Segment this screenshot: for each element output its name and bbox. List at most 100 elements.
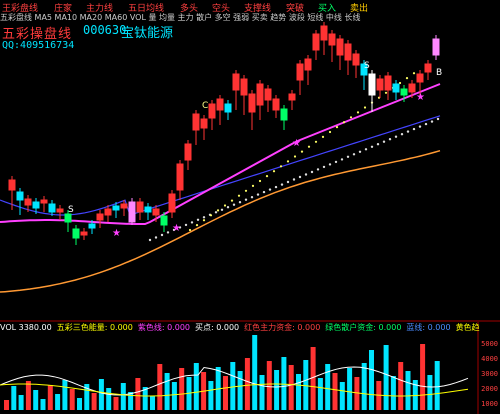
dotted-curve-point bbox=[154, 236, 158, 239]
candle-body bbox=[216, 98, 224, 111]
candle-body bbox=[56, 208, 64, 213]
candle-body bbox=[392, 83, 400, 93]
candle-body bbox=[104, 208, 112, 216]
dotted-curve-point bbox=[232, 203, 236, 206]
volume-bar bbox=[288, 365, 294, 410]
volume-indicator-label: 蓝线: 0.000 bbox=[406, 323, 451, 332]
candle-body bbox=[320, 25, 328, 41]
volume-bar bbox=[317, 378, 323, 410]
volume-bar bbox=[303, 360, 309, 410]
candle-body bbox=[352, 53, 360, 66]
candle-body bbox=[80, 231, 88, 236]
support-dot bbox=[237, 194, 241, 197]
dotted-curve-point bbox=[166, 231, 170, 234]
candlestick-chart[interactable]: S C S B ★ ★ ★ ★ bbox=[0, 0, 500, 414]
volume-bar bbox=[91, 393, 97, 410]
volume-bar bbox=[179, 368, 185, 410]
candle-body bbox=[304, 58, 312, 71]
candle-body bbox=[264, 88, 272, 101]
dotted-curve-point bbox=[202, 216, 206, 219]
candle-body bbox=[224, 103, 232, 113]
volume-bar bbox=[237, 371, 243, 410]
dotted-curve-point bbox=[400, 133, 404, 136]
volume-bar bbox=[11, 386, 17, 410]
volume-bar bbox=[171, 382, 177, 410]
support-dot bbox=[251, 184, 255, 187]
support-dot bbox=[300, 150, 304, 153]
volume-bar bbox=[157, 364, 163, 410]
volume-bar bbox=[405, 371, 411, 410]
candle-body bbox=[240, 78, 248, 96]
dotted-curve-point bbox=[244, 198, 248, 201]
dotted-curve-point bbox=[340, 158, 344, 161]
volume-bar bbox=[296, 374, 301, 410]
volume-bar bbox=[40, 399, 46, 410]
volume-bar bbox=[427, 375, 433, 410]
dotted-curve-point bbox=[160, 233, 164, 237]
dotted-curve-point bbox=[382, 140, 386, 143]
candle-body bbox=[336, 38, 344, 56]
dotted-curve-point bbox=[310, 170, 314, 174]
volume-bar bbox=[252, 335, 258, 410]
dotted-curve-point bbox=[430, 120, 434, 123]
candle-body bbox=[160, 215, 168, 226]
volume-bar bbox=[113, 397, 119, 410]
support-dot bbox=[286, 160, 290, 163]
dotted-curve-point bbox=[238, 201, 242, 204]
volume-bar bbox=[69, 389, 75, 410]
dotted-curve-point bbox=[376, 143, 380, 146]
dotted-curve-point bbox=[214, 211, 218, 214]
support-dot bbox=[223, 204, 227, 207]
volume-bar bbox=[33, 390, 39, 410]
support-dot bbox=[356, 111, 360, 114]
candle-body bbox=[88, 223, 96, 229]
candle-body bbox=[192, 113, 200, 131]
candle-body bbox=[400, 88, 408, 96]
volume-axis-tick: 3000 bbox=[481, 370, 498, 378]
candle-body bbox=[48, 203, 56, 213]
volume-bar bbox=[106, 388, 112, 410]
support-dot bbox=[384, 91, 388, 94]
volume-bar bbox=[361, 363, 367, 410]
candle-body bbox=[328, 33, 336, 46]
volume-bar bbox=[390, 376, 396, 410]
dotted-curve-point bbox=[292, 178, 296, 181]
candle-body bbox=[288, 93, 296, 101]
candle-body bbox=[144, 206, 152, 213]
dotted-curve-point bbox=[280, 183, 284, 186]
candle-body bbox=[64, 213, 72, 223]
support-dot bbox=[363, 106, 367, 109]
volume-bar bbox=[332, 373, 338, 410]
dotted-curve-point bbox=[286, 180, 290, 184]
candle-body bbox=[408, 83, 416, 93]
support-dot bbox=[188, 228, 192, 232]
dotted-curve-point bbox=[256, 193, 260, 196]
signal-marker: C bbox=[202, 101, 208, 111]
candle-body bbox=[120, 203, 128, 209]
signal-marker: S bbox=[364, 61, 370, 71]
support-dot bbox=[314, 140, 318, 143]
volume-indicator-label: 五彩三色能量: 0.000 bbox=[56, 323, 133, 332]
dotted-curve-point bbox=[364, 148, 368, 151]
volume-bar bbox=[120, 383, 126, 410]
signal-marker: B bbox=[436, 68, 442, 78]
dotted-curve-point bbox=[148, 238, 152, 242]
volume-bar bbox=[259, 375, 265, 410]
candle-body bbox=[376, 78, 384, 91]
candle-body bbox=[280, 108, 288, 121]
candle-body bbox=[424, 63, 432, 73]
support-dot bbox=[349, 116, 353, 119]
candle-body bbox=[432, 38, 440, 56]
dotted-curve-point bbox=[190, 221, 194, 224]
signal-marker: S bbox=[68, 205, 74, 215]
volume-indicator-label: 买点: 0.000 bbox=[195, 323, 240, 332]
support-dot bbox=[272, 170, 276, 173]
volume-bar bbox=[150, 396, 155, 410]
dotted-curve-point bbox=[352, 153, 356, 156]
support-dot bbox=[293, 155, 297, 158]
dotted-curve-point bbox=[262, 190, 266, 194]
candle-body bbox=[248, 93, 256, 113]
support-dot bbox=[195, 224, 199, 227]
candle-body bbox=[200, 118, 208, 129]
candle-body bbox=[128, 201, 136, 223]
